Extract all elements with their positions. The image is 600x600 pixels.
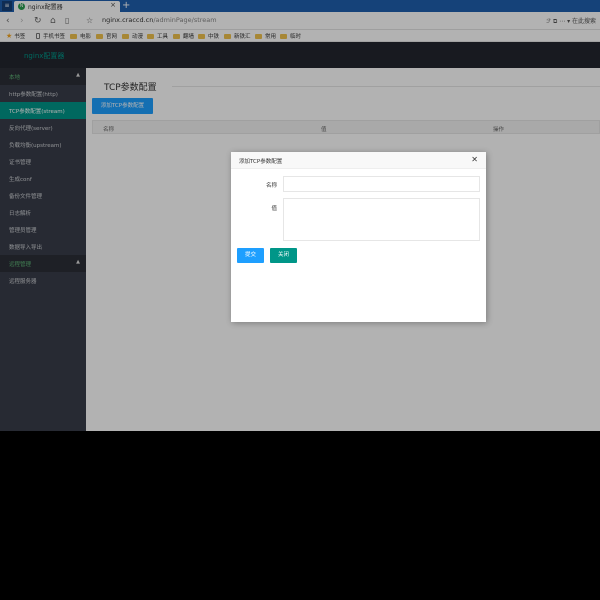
- name-field-label: 名称: [265, 183, 277, 189]
- value-field-label: 值: [271, 206, 277, 212]
- close-button[interactable]: 关闭: [270, 248, 297, 263]
- browser-window: ≡ N nginx配置器 × + ‹ › ↻ ⌂ ▯ ☆ nginx.cracc…: [0, 0, 600, 431]
- close-icon[interactable]: ✕: [471, 155, 478, 165]
- dialog-header: 添加TCP参数配置 ✕: [231, 152, 486, 169]
- value-field[interactable]: [283, 198, 480, 241]
- name-field[interactable]: [283, 176, 480, 192]
- add-tcp-config-dialog: 添加TCP参数配置 ✕ 名称 值 提交 关闭: [231, 152, 486, 322]
- submit-button[interactable]: 提交: [237, 248, 264, 263]
- dialog-title: 添加TCP参数配置: [239, 159, 283, 165]
